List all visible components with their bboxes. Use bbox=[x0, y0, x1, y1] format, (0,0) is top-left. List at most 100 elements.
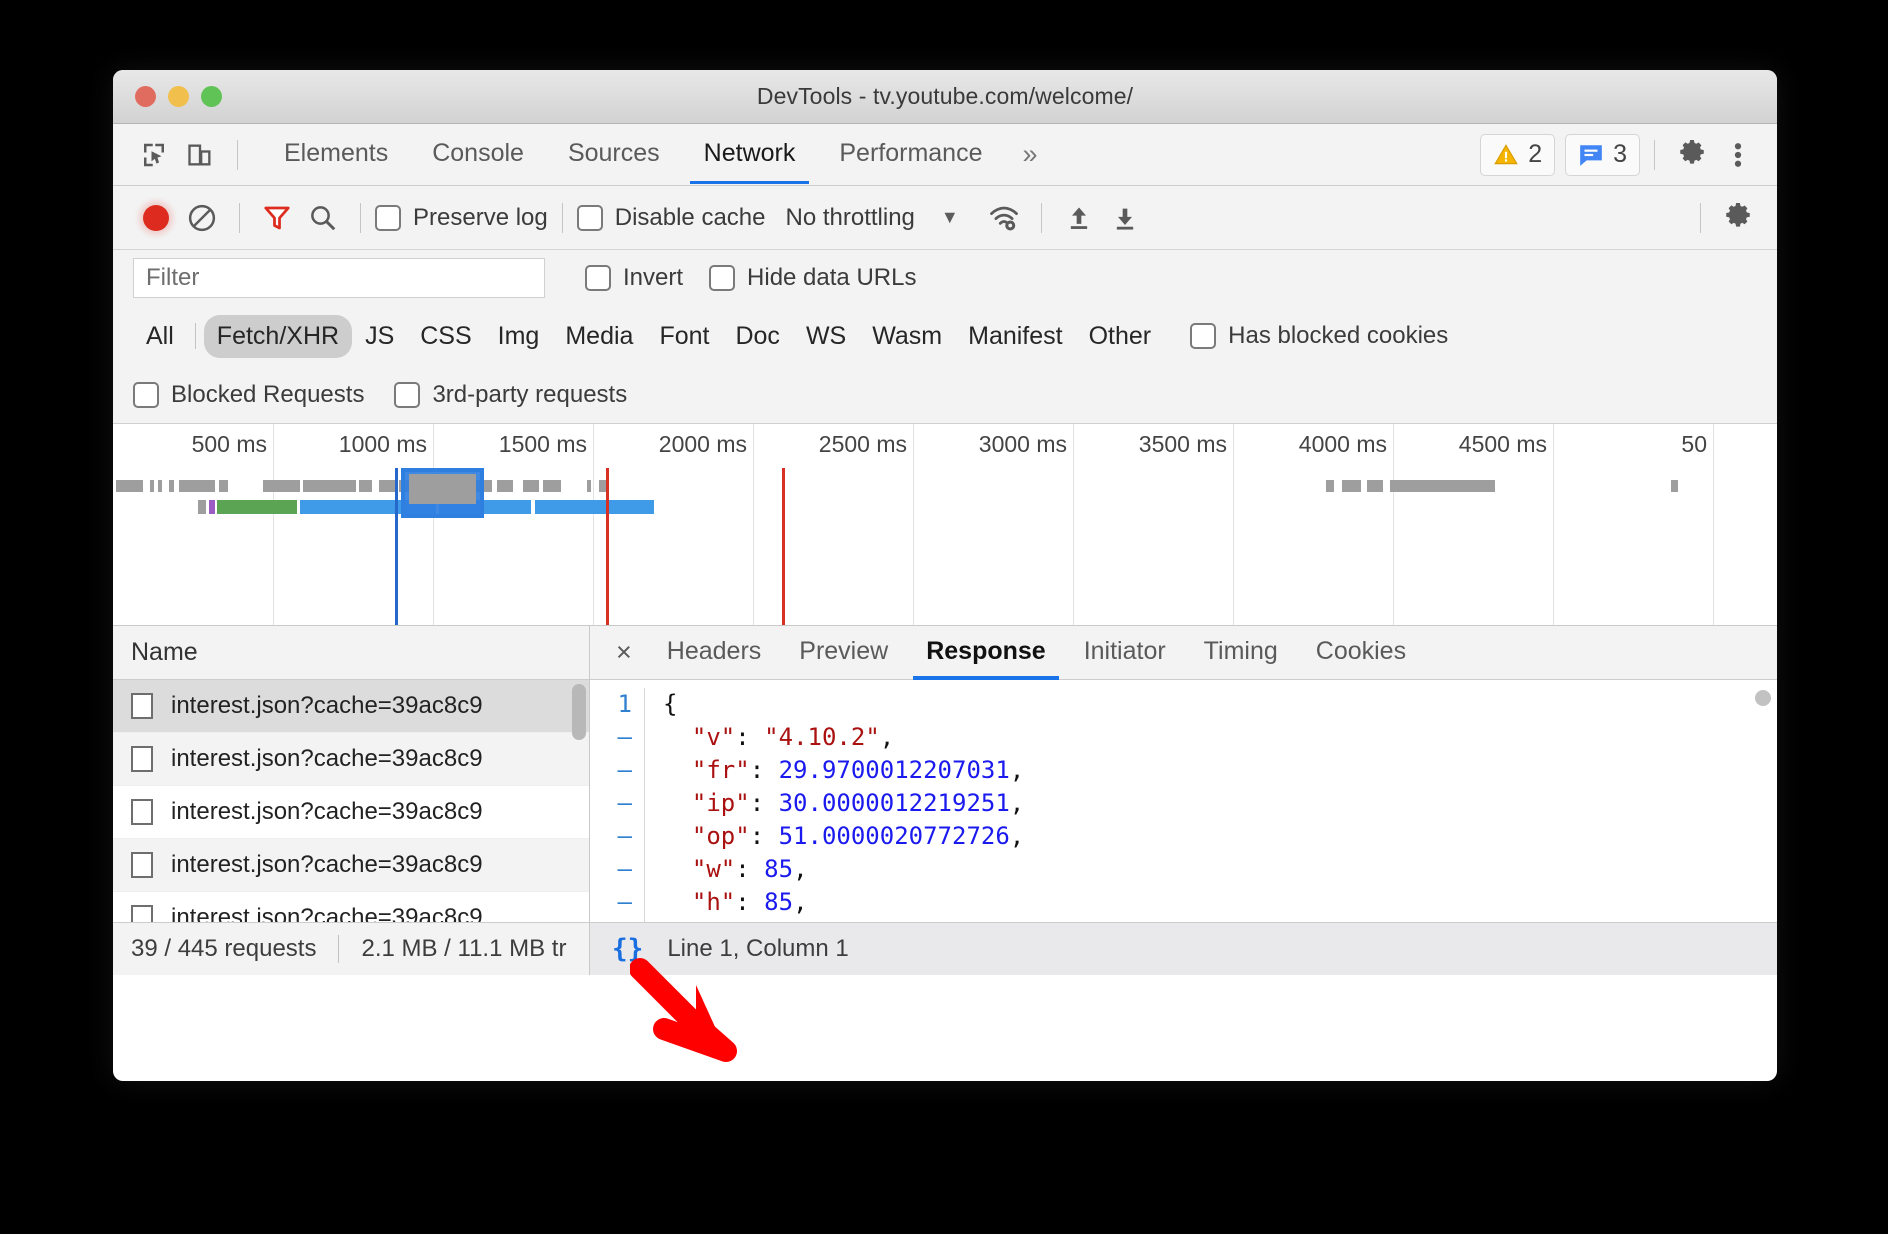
tab-initiator[interactable]: Initiator bbox=[1065, 626, 1185, 680]
invert-box[interactable] bbox=[585, 265, 611, 291]
has-blocked-cookies-checkbox[interactable]: Has blocked cookies bbox=[1190, 322, 1448, 350]
tab-console[interactable]: Console bbox=[410, 125, 546, 184]
disable-cache-box[interactable] bbox=[577, 205, 603, 231]
request-detail-pane: × Headers Preview Response Initiator Tim… bbox=[590, 626, 1777, 922]
preserve-log-checkbox[interactable]: Preserve log bbox=[375, 204, 548, 232]
inspect-element-icon[interactable] bbox=[131, 132, 177, 178]
code-token: 85 bbox=[764, 888, 793, 916]
type-filter-wasm[interactable]: Wasm bbox=[859, 315, 955, 358]
tab-headers[interactable]: Headers bbox=[648, 626, 781, 680]
gear-icon[interactable] bbox=[1669, 132, 1715, 178]
timeline-bar bbox=[1671, 480, 1677, 492]
code-token: : bbox=[735, 855, 764, 883]
speech-bubble-icon bbox=[1578, 142, 1604, 168]
response-code-view[interactable]: 1–––––––– { "v": "4.10.2", "fr": 29.9700… bbox=[590, 680, 1777, 922]
tab-network[interactable]: Network bbox=[682, 125, 818, 184]
throttling-select-value[interactable]: No throttling bbox=[785, 204, 914, 232]
tab-cookies[interactable]: Cookies bbox=[1297, 626, 1425, 680]
detail-tabs: × Headers Preview Response Initiator Tim… bbox=[590, 626, 1777, 680]
tab-preview[interactable]: Preview bbox=[780, 626, 907, 680]
code-token: 29.9700012207031 bbox=[779, 756, 1010, 784]
request-list-scrollbar[interactable] bbox=[572, 684, 586, 740]
network-overview-timeline[interactable]: 500 ms1000 ms1500 ms2000 ms2500 ms3000 m… bbox=[113, 424, 1777, 626]
timeline-bar bbox=[150, 480, 154, 492]
search-icon[interactable] bbox=[300, 195, 346, 241]
type-filter-fetch-xhr[interactable]: Fetch/XHR bbox=[204, 315, 352, 358]
export-har-icon[interactable] bbox=[1102, 195, 1148, 241]
selection-drag-handle[interactable] bbox=[409, 474, 476, 504]
tab-timing[interactable]: Timing bbox=[1185, 626, 1297, 680]
code-token: "w" bbox=[692, 855, 735, 883]
message-counter[interactable]: 3 bbox=[1565, 134, 1640, 176]
third-party-requests-checkbox[interactable]: 3rd-party requests bbox=[394, 381, 627, 409]
type-filter-js[interactable]: JS bbox=[352, 315, 407, 358]
blocked-requests-box[interactable] bbox=[133, 382, 159, 408]
nettool-divider-1 bbox=[239, 203, 240, 233]
code-token: , bbox=[880, 723, 894, 751]
third-party-requests-box[interactable] bbox=[394, 382, 420, 408]
record-icon[interactable] bbox=[133, 195, 179, 241]
editor-status: {} Line 1, Column 1 bbox=[590, 923, 1777, 975]
code-token: : bbox=[750, 921, 779, 922]
code-token: : bbox=[750, 756, 779, 784]
timeline-bar bbox=[219, 480, 229, 492]
table-row[interactable]: interest.json?cache=39ac8c9 bbox=[113, 680, 589, 733]
table-row[interactable]: interest.json?cache=39ac8c9 bbox=[113, 892, 589, 922]
tabstrip-divider-right bbox=[1654, 140, 1655, 170]
warning-counter[interactable]: 2 bbox=[1480, 134, 1555, 176]
import-har-icon[interactable] bbox=[1056, 195, 1102, 241]
type-filter-media[interactable]: Media bbox=[552, 315, 646, 358]
filter-bar: Filter Invert Hide data URLs bbox=[113, 250, 1777, 306]
request-list-header[interactable]: Name bbox=[113, 626, 589, 680]
chevron-down-icon[interactable]: ▼ bbox=[941, 207, 959, 228]
panel-tabs: Elements Console Sources Network Perform… bbox=[262, 125, 1056, 184]
filter-icon[interactable] bbox=[254, 195, 300, 241]
tab-performance[interactable]: Performance bbox=[817, 125, 1004, 184]
type-filter-doc[interactable]: Doc bbox=[722, 315, 792, 358]
line-number-gutter: 1–––––––– bbox=[590, 688, 645, 922]
code-line: "nm": "icon-check", bbox=[663, 919, 1024, 922]
code-token: 85 bbox=[764, 855, 793, 883]
wifi-settings-icon[interactable] bbox=[981, 195, 1027, 241]
preserve-log-box[interactable] bbox=[375, 205, 401, 231]
kebab-menu-icon[interactable] bbox=[1715, 132, 1761, 178]
timeline-tick: 3000 ms bbox=[1073, 424, 1074, 625]
tab-response[interactable]: Response bbox=[907, 626, 1064, 680]
type-filter-manifest[interactable]: Manifest bbox=[955, 315, 1075, 358]
has-blocked-cookies-box[interactable] bbox=[1190, 323, 1216, 349]
code-token: : bbox=[750, 789, 779, 817]
disable-cache-checkbox[interactable]: Disable cache bbox=[577, 204, 766, 232]
type-filter-all[interactable]: All bbox=[133, 315, 187, 358]
type-filter-font[interactable]: Font bbox=[646, 315, 722, 358]
type-filter-other[interactable]: Other bbox=[1076, 315, 1165, 358]
response-scrollbar[interactable] bbox=[1755, 690, 1771, 706]
device-toolbar-icon[interactable] bbox=[177, 132, 223, 178]
type-filter-ws[interactable]: WS bbox=[793, 315, 859, 358]
timeline-tick-label: 3000 ms bbox=[979, 431, 1067, 458]
line-number: – bbox=[590, 721, 632, 754]
code-token: 30.0000012219251 bbox=[779, 789, 1010, 817]
tab-sources[interactable]: Sources bbox=[546, 125, 682, 184]
blocked-requests-checkbox[interactable]: Blocked Requests bbox=[133, 381, 364, 409]
type-filter-css[interactable]: CSS bbox=[407, 315, 484, 358]
more-tabs-icon[interactable]: » bbox=[1004, 139, 1055, 170]
type-filter-img[interactable]: Img bbox=[485, 315, 553, 358]
tab-elements[interactable]: Elements bbox=[262, 125, 410, 184]
hide-data-urls-box[interactable] bbox=[709, 265, 735, 291]
table-row[interactable]: interest.json?cache=39ac8c9 bbox=[113, 786, 589, 839]
timeline-selection-window[interactable] bbox=[401, 468, 484, 518]
extra-filters-row: Blocked Requests 3rd-party requests bbox=[113, 366, 1777, 424]
close-icon[interactable]: × bbox=[608, 637, 648, 668]
hide-data-urls-checkbox[interactable]: Hide data URLs bbox=[709, 264, 916, 292]
timeline-tick: 2500 ms bbox=[913, 424, 914, 625]
table-row[interactable]: interest.json?cache=39ac8c9 bbox=[113, 839, 589, 892]
clear-icon[interactable] bbox=[179, 195, 225, 241]
invert-checkbox[interactable]: Invert bbox=[585, 264, 683, 292]
timeline-request-bars bbox=[113, 480, 1777, 524]
code-line: { bbox=[663, 688, 1024, 721]
table-row[interactable]: interest.json?cache=39ac8c9 bbox=[113, 733, 589, 786]
network-settings-gear-icon[interactable] bbox=[1715, 195, 1761, 241]
search-filter-input[interactable]: Filter bbox=[133, 258, 545, 298]
response-body-text[interactable]: { "v": "4.10.2", "fr": 29.9700012207031,… bbox=[645, 688, 1024, 922]
request-rows: interest.json?cache=39ac8c9interest.json… bbox=[113, 680, 589, 922]
